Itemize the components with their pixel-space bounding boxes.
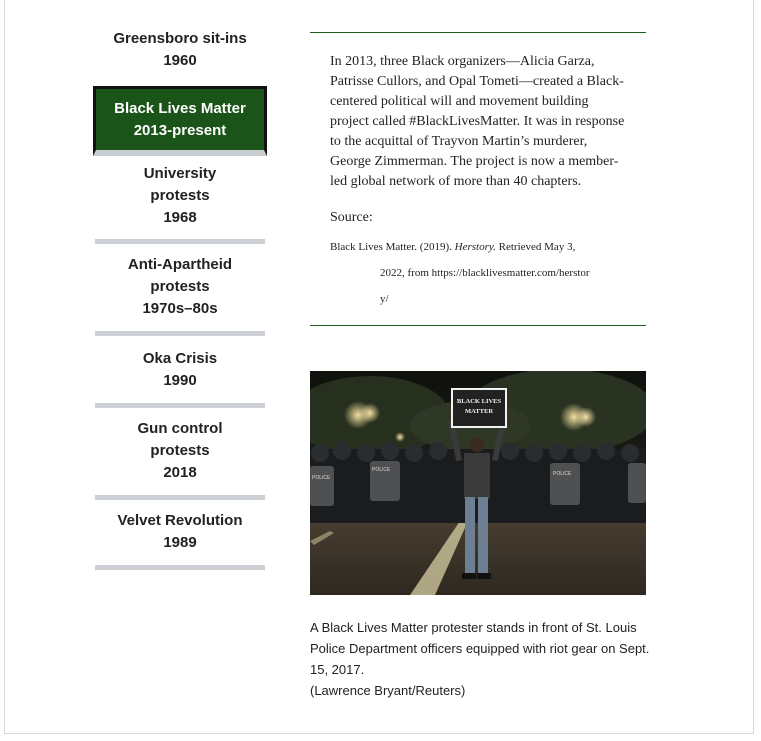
article-panel: In 2013, three Black organizers—Alicia G…: [310, 32, 646, 326]
sidebar-item-oka-crisis[interactable]: Oka Crisis 1990: [95, 336, 265, 408]
citation-title: Herstory.: [454, 241, 496, 253]
timeline-sidebar: Greensboro sit-ins 1960 Black Lives Matt…: [93, 0, 267, 570]
protest-photo: POLICE POLICE POLICE BLACK LIVES MATTER: [310, 371, 646, 595]
sidebar-item-label: Oka Crisis: [142, 350, 218, 367]
article-body: In 2013, three Black organizers—Alicia G…: [330, 54, 625, 189]
sign-text-line1: BLACK LIVES: [457, 398, 502, 405]
caption-text: A Black Lives Matter protester stands in…: [310, 620, 650, 677]
photo-caption: A Black Lives Matter protester stands in…: [310, 617, 650, 701]
protest-photo-illustration: POLICE POLICE POLICE BLACK LIVES MATTER: [310, 371, 646, 595]
citation-url-line[interactable]: 2022, from https://blacklivesmatter.com/…: [330, 260, 626, 286]
shield-label: POLICE: [553, 471, 572, 477]
sidebar-item-university-protests[interactable]: University protests 1968: [95, 156, 265, 244]
source-label: Source:: [330, 210, 373, 225]
citation-retrieved: Retrieved May 3,: [498, 241, 576, 253]
sidebar-item-period: 1960: [163, 52, 197, 69]
sidebar-item-label: Black Lives Matter: [114, 100, 246, 117]
sidebar-item-label: Gun control protests: [137, 420, 223, 459]
sidebar-item-greensboro[interactable]: Greensboro sit-ins 1960: [95, 0, 265, 86]
photo-credit: (Lawrence Bryant/Reuters): [310, 683, 466, 698]
sidebar-item-period: 1990: [163, 372, 197, 389]
sidebar-item-period: 1989: [163, 534, 197, 551]
citation: Black Lives Matter. (2019). Herstory. Re…: [310, 226, 646, 312]
sidebar-item-gun-control[interactable]: Gun control protests 2018: [95, 408, 265, 500]
sidebar-item-label: University protests: [143, 165, 217, 204]
sidebar-item-period: 2013-present: [133, 122, 227, 139]
sidebar-item-label: Greensboro sit-ins: [113, 30, 247, 47]
sidebar-item-period: 1968: [163, 209, 197, 226]
sign-text-line2: MATTER: [465, 408, 493, 415]
shield-label: POLICE: [372, 467, 391, 473]
citation-author: Black Lives Matter. (2019).: [330, 241, 452, 253]
sidebar-item-black-lives-matter[interactable]: Black Lives Matter 2013-present: [93, 86, 267, 156]
bottom-divider: [310, 325, 646, 326]
sidebar-item-period: 1970s–80s: [142, 300, 218, 317]
sidebar-item-period: 2018: [163, 464, 197, 481]
shield-label: POLICE: [312, 475, 331, 481]
sidebar-item-label: Anti-Apartheid protests: [127, 256, 233, 295]
sidebar-item-label: Velvet Revolution: [117, 512, 243, 529]
sidebar-item-velvet-revolution[interactable]: Velvet Revolution 1989: [95, 500, 265, 570]
sidebar-item-anti-apartheid[interactable]: Anti-Apartheid protests 1970s–80s: [95, 244, 265, 336]
citation-url-end[interactable]: y/: [330, 286, 626, 312]
